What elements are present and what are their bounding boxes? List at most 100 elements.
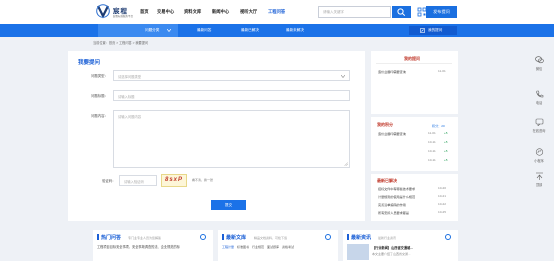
points-value: +5 xyxy=(444,158,448,162)
resize-handle-icon[interactable] xyxy=(344,162,348,166)
sidebar-label: 电话 xyxy=(535,101,543,105)
points-value: +5 xyxy=(444,140,448,144)
search-button[interactable] xyxy=(392,6,411,18)
sidebar-back-to-top[interactable]: 顶部 xyxy=(527,172,551,187)
more-icon[interactable] xyxy=(200,234,206,240)
points-date: 10-11 xyxy=(428,149,436,153)
nav-home[interactable]: 首页 xyxy=(140,9,149,15)
news-summary: 本文主要介绍了山西省交通... xyxy=(372,252,411,256)
points-date: 10-11 xyxy=(428,158,436,162)
mini-program-icon xyxy=(535,148,543,156)
more-icon[interactable] xyxy=(445,234,451,240)
news-headline[interactable]: 【行业新闻】山西省交通城... xyxy=(372,245,413,250)
captcha-image[interactable]: 8sxP xyxy=(161,174,187,187)
hot-qa-text[interactable]: 工程项目目标安全事项、安全事故调查的法、企业规范的标 xyxy=(97,245,209,250)
hot-qa-subtitle: 专门业专业人员为您解答 xyxy=(128,236,162,240)
nav-qa[interactable]: 工程问答 xyxy=(268,9,285,15)
points-date: 11-01 xyxy=(428,131,436,135)
subnav-solved[interactable]: 最新已解决 xyxy=(241,28,259,33)
logo[interactable]: 宸程 宸程标准服务平台 xyxy=(96,4,134,21)
my-questions-title: 我的提问 xyxy=(404,56,420,61)
library-tag[interactable]: 工程计量 xyxy=(222,245,234,249)
logo-mark-icon xyxy=(96,4,110,19)
nav-library[interactable]: 资料文库 xyxy=(184,9,201,15)
chevron-down-icon xyxy=(167,29,171,32)
captcha-refresh-link[interactable]: 看不清，换一张 xyxy=(192,178,213,182)
question-content-textarea[interactable]: 请输入问题内容 xyxy=(113,110,350,168)
subnav-category-highlight xyxy=(98,24,178,37)
more-icon[interactable] xyxy=(325,234,331,240)
sidebar-label: 顶部 xyxy=(535,183,543,187)
my-questions-label: 我的提问 xyxy=(428,28,443,32)
title-placeholder: 请输入标题 xyxy=(118,95,135,99)
subnav-category[interactable]: 问题分类 xyxy=(145,28,159,33)
nav-video[interactable]: 视听大厅 xyxy=(240,9,257,15)
captcha-image-text: 8sxP xyxy=(165,177,184,183)
solved-date: 10-21 xyxy=(438,194,446,198)
my-question-date: 11-01 xyxy=(438,69,446,73)
phone-icon xyxy=(535,90,543,98)
solved-item[interactable]: 完善清单编码的作用 xyxy=(378,202,406,207)
divider xyxy=(376,63,452,64)
library-tag[interactable]: 行业规范 xyxy=(252,245,264,249)
news-subtitle: 最新行业资讯 xyxy=(378,236,397,240)
hot-qa-title: 热门问答 xyxy=(97,234,121,241)
sidebar-label: 小程序 xyxy=(534,159,544,163)
ask-question-button[interactable]: 发布提问 xyxy=(426,6,457,18)
edit-icon xyxy=(420,28,425,33)
library-tag[interactable]: 标准图书 xyxy=(237,245,249,249)
points-value: +5 xyxy=(444,131,448,135)
chat-icon xyxy=(535,118,543,126)
question-title-input[interactable]: 请输入标题 xyxy=(113,90,350,101)
form-title: 我要提问 xyxy=(78,60,101,66)
subnav-unsolved[interactable]: 最新未解决 xyxy=(286,28,304,33)
library-title: 最新文库 xyxy=(222,234,246,241)
solved-date: 10-25 xyxy=(438,210,446,214)
sidebar-label: 微信 xyxy=(535,67,543,71)
search-placeholder: 请输入关键字 xyxy=(323,10,344,14)
sub-nav-bar: 工程问答 问题分类 最新问答 最新已解决 最新未解决 我的提问 xyxy=(0,24,554,37)
latest-solved-title: 最新已解决 xyxy=(377,178,397,183)
points-value: +5 xyxy=(444,149,448,153)
library-tag[interactable]: 资格考试 xyxy=(282,245,294,249)
arrow-up-icon xyxy=(535,172,543,180)
sidebar-phone[interactable]: 电话 xyxy=(527,90,551,105)
logo-subtitle: 宸程标准服务平台 xyxy=(113,15,134,18)
type-label: 问题类型： xyxy=(91,74,108,78)
library-subtitle: 精品文档资料，可检下载 xyxy=(254,236,288,240)
my-questions-button[interactable]: 我的提问 xyxy=(409,26,457,35)
sidebar-miniprogram[interactable]: 小程序 xyxy=(527,148,551,163)
solved-date: 10-20 xyxy=(438,186,446,190)
chevron-down-icon xyxy=(341,75,345,78)
solved-date: 10-22 xyxy=(438,202,446,206)
breadcrumb: 当前位置：首页 > 工程问答 > 我要提问 xyxy=(93,41,149,45)
content-label: 问题内容： xyxy=(91,114,108,118)
nav-trade[interactable]: 交易中心 xyxy=(157,9,174,15)
library-tag[interactable]: 面试题库 xyxy=(267,245,279,249)
wechat-icon xyxy=(534,56,544,64)
search-input[interactable]: 请输入关键字 xyxy=(318,6,391,18)
points-item: 造价业翻印需要查询 xyxy=(378,132,406,136)
top-header: 宸程 宸程标准服务平台 首页 交易中心 资料文库 新闻中心 视听大厅 工程问答 … xyxy=(0,0,554,24)
captcha-placeholder: 请输入验证码 xyxy=(124,180,144,184)
submit-button[interactable]: 提交 xyxy=(211,200,246,210)
news-thumbnail[interactable] xyxy=(347,244,369,260)
points-total: 积分：20 xyxy=(432,124,445,128)
solved-item[interactable]: 招标文件中有哪些技术要求 xyxy=(378,186,415,191)
search-icon xyxy=(397,8,406,16)
my-question-item[interactable]: 造价业翻印需要查询 xyxy=(378,69,406,74)
subnav-latest[interactable]: 最新问答 xyxy=(197,28,211,33)
sidebar-wechat[interactable]: 微信 xyxy=(527,56,551,71)
content-placeholder: 请输入问题内容 xyxy=(118,115,142,119)
question-type-select[interactable]: 请选择问题类型 xyxy=(113,70,350,81)
my-points-title: 我的积分 xyxy=(377,122,393,127)
points-date: 10-11 xyxy=(428,140,436,144)
type-placeholder: 请选择问题类型 xyxy=(118,75,142,79)
nav-news[interactable]: 新闻中心 xyxy=(212,9,229,15)
captcha-input[interactable]: 请输入验证码 xyxy=(119,175,157,186)
sidebar-label: 在线咨询 xyxy=(532,129,546,133)
title-label: 问题标题： xyxy=(91,94,108,98)
solved-item[interactable]: 所有安拆人员要求都是 xyxy=(378,210,409,215)
sidebar-consult[interactable]: 在线咨询 xyxy=(527,118,551,133)
solved-item[interactable]: 计量规则的使用是什么规范 xyxy=(378,194,415,199)
